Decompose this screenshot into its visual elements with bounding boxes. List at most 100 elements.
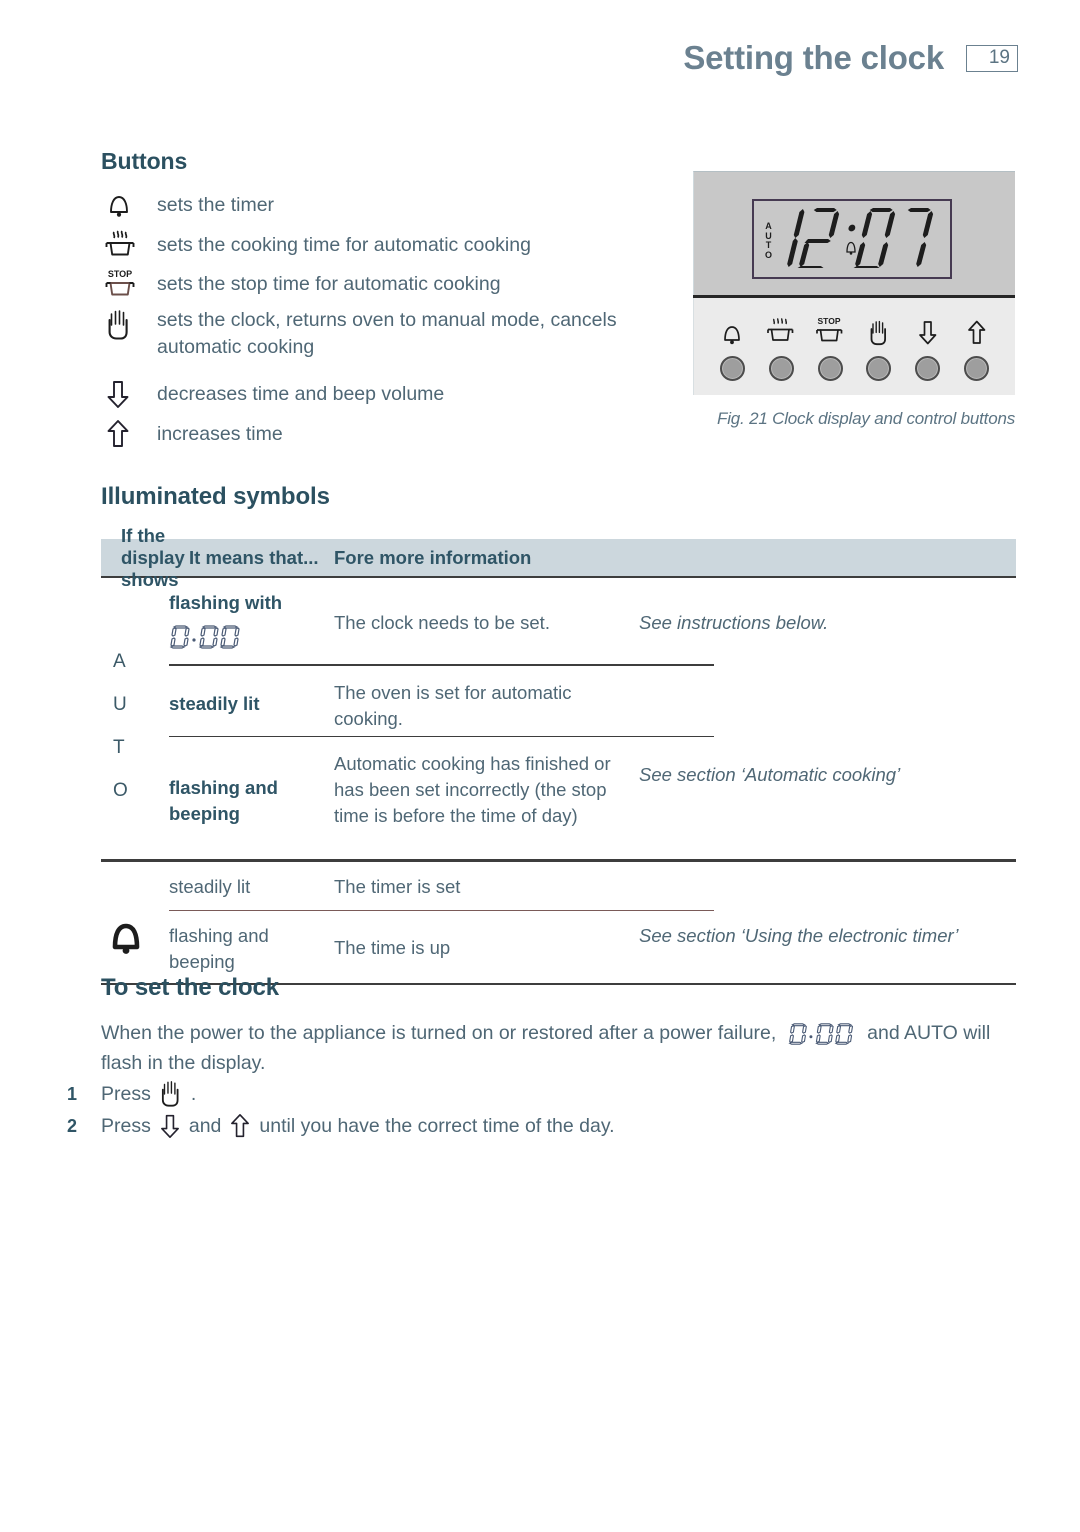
arrow-down-icon	[158, 1112, 182, 1140]
step-text-mid: and	[188, 1114, 222, 1137]
button-knob[interactable]	[719, 355, 745, 381]
bell-icon	[101, 916, 169, 965]
figure-clock-panel: A U T O STOP Fig. 21 Clock display and c…	[693, 171, 1015, 429]
button-list-item: STOP sets the stop time for automatic co…	[101, 264, 641, 303]
svg-text:STOP: STOP	[108, 269, 132, 279]
page-header: Setting the clock 19	[0, 36, 1080, 80]
lcd-zero-display	[169, 624, 243, 657]
oven-panel-upper: A U T O	[693, 171, 1015, 295]
cell-meaning: The time is up	[334, 936, 451, 958]
buttons-section-heading: Buttons	[101, 148, 188, 174]
button-list-item: sets the clock, returns oven to manual m…	[101, 303, 641, 374]
step-text-after: until you have the correct time of the d…	[259, 1114, 615, 1137]
cell-condition: steadily lit	[169, 875, 251, 897]
auto-letter: T	[113, 736, 125, 758]
table-row: flashing and beeping Automatic cooking h…	[169, 737, 1016, 859]
lcd-auto-indicator: A U T O	[763, 221, 774, 260]
oven-panel-lower: STOP	[693, 298, 1015, 395]
lcd-display: A U T O	[752, 199, 952, 279]
hand-icon	[867, 313, 891, 347]
step-item: 1 Press .	[62, 1078, 1022, 1110]
figure-caption: Fig. 21 Clock display and control button…	[717, 409, 1015, 428]
button-knob[interactable]	[817, 355, 843, 381]
button-list-item: decreases time and beep volume	[101, 374, 641, 414]
set-clock-section-heading: To set the clock	[101, 974, 280, 1001]
cell-meaning: Automatic cooking has finished or has be…	[334, 753, 611, 826]
bell-symbol-column	[101, 862, 169, 983]
pot-stop-icon: STOP	[814, 313, 846, 347]
column-header-meaning: It means that...	[189, 546, 319, 568]
manual-button[interactable]	[857, 313, 901, 381]
cell-condition: flashing and beeping	[169, 924, 269, 972]
cell-more-info: See section ‘Automatic cooking’	[639, 764, 901, 785]
buttons-list: sets the timer sets the cooking time for…	[101, 185, 641, 454]
auto-symbol-column: A U T O	[101, 578, 169, 859]
page-number: 19	[988, 47, 1010, 68]
step-item: 2 Press and until you have the correct t…	[62, 1110, 1022, 1142]
arrow-down-icon	[101, 378, 157, 410]
button-list-label: increases time	[157, 423, 283, 445]
cell-more-info: See instructions below.	[639, 612, 829, 633]
bell-icon	[719, 313, 745, 347]
table-row: steadily lit The oven is set for automat…	[169, 666, 1016, 736]
button-knob[interactable]	[768, 355, 794, 381]
button-knob[interactable]	[866, 355, 892, 381]
pot-steam-icon	[765, 313, 797, 347]
set-clock-intro: When the power to the appliance is turne…	[101, 1018, 1021, 1078]
page-number-box: 19	[966, 44, 1018, 72]
button-list-label: sets the timer	[157, 194, 275, 216]
page-title: Setting the clock	[683, 39, 944, 76]
button-list-item: increases time	[101, 414, 641, 454]
button-knob[interactable]	[915, 355, 941, 381]
cook-time-button[interactable]	[759, 313, 803, 381]
increase-button[interactable]	[955, 313, 999, 381]
button-list-label: sets the stop time for automatic cooking	[157, 272, 501, 295]
table-row: flashing with The clock needs to be set.…	[169, 578, 1016, 664]
stop-label: STOP	[818, 316, 841, 326]
intro-text-part1: When the power to the appliance is turne…	[101, 1022, 777, 1044]
cell-meaning: The clock needs to be set.	[334, 612, 550, 633]
table-group-bell: steadily lit The timer is set flashing a…	[101, 862, 1016, 983]
column-header-more-info: Fore more information	[334, 546, 532, 568]
lcd-zero-display-inline	[782, 1022, 862, 1046]
illuminated-symbols-table: If the display shows It means that... Fo…	[101, 525, 1016, 986]
auto-letter: U	[113, 693, 127, 715]
bell-icon	[101, 190, 157, 220]
button-knob[interactable]	[964, 355, 990, 381]
pot-steam-icon	[101, 229, 157, 261]
button-list-label: decreases time and beep volume	[157, 383, 445, 405]
stop-time-button[interactable]: STOP	[808, 313, 852, 381]
table-group-auto: A U T O flashing with The clock needs to…	[101, 578, 1016, 859]
cell-condition: flashing and beeping	[169, 777, 278, 824]
hand-icon	[101, 306, 157, 342]
symbols-section-heading: Illuminated symbols	[101, 483, 330, 510]
button-list-item: sets the timer	[101, 185, 641, 225]
table-header-row: If the display shows It means that... Fo…	[101, 525, 1016, 590]
table-row: steadily lit The timer is set	[169, 862, 1016, 910]
button-list-item: sets the cooking time for automatic cook…	[101, 225, 641, 264]
cell-condition: steadily lit	[169, 692, 260, 714]
arrow-up-icon	[101, 418, 157, 450]
cell-meaning: The timer is set	[334, 875, 461, 897]
arrow-up-icon	[965, 313, 989, 347]
step-number: 1	[67, 1083, 78, 1104]
cell-meaning: The oven is set for automatic cooking.	[334, 681, 572, 729]
cell-condition: flashing with	[169, 588, 334, 657]
table-row: flashing and beeping The time is up See …	[169, 911, 1016, 983]
condition-text: flashing with	[169, 592, 283, 613]
button-list-label: sets the cooking time for automatic cook…	[157, 233, 531, 256]
hand-icon	[158, 1079, 184, 1109]
timer-button[interactable]	[710, 313, 754, 381]
button-list-label: sets the clock, returns oven to manual m…	[157, 309, 617, 358]
step-text-before: Press	[101, 1082, 151, 1105]
arrow-down-icon	[916, 313, 940, 347]
step-text-before: Press	[101, 1114, 151, 1137]
lcd-time-digits	[776, 202, 936, 273]
cell-more-info: See section ‘Using the electronic timer’	[639, 924, 959, 946]
set-clock-steps: 1 Press . 2 Press and until you have the…	[62, 1078, 1022, 1142]
arrow-up-icon	[228, 1112, 252, 1140]
auto-letter: O	[113, 779, 128, 801]
step-number: 2	[67, 1115, 78, 1136]
decrease-button[interactable]	[906, 313, 950, 381]
auto-letter: A	[113, 650, 126, 672]
